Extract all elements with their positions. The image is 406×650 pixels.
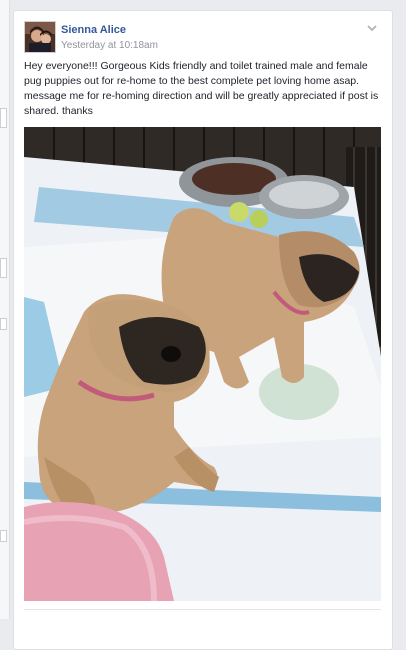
two-pug-puppies-photo bbox=[24, 127, 381, 601]
sidebar-edge-control[interactable] bbox=[0, 530, 7, 542]
avatar-image bbox=[25, 22, 55, 52]
sidebar-edge-control[interactable] bbox=[0, 108, 7, 128]
sidebar-edge-control[interactable] bbox=[0, 258, 7, 278]
left-sidebar-edge bbox=[0, 0, 10, 619]
chevron-down-icon[interactable] bbox=[365, 21, 379, 35]
post-card: Sienna Alice Yesterday at 10:18am Hey ev… bbox=[13, 10, 393, 650]
post-timestamp[interactable]: Yesterday at 10:18am bbox=[61, 40, 158, 51]
sidebar-edge-control[interactable] bbox=[0, 318, 7, 330]
author-avatar[interactable] bbox=[24, 21, 56, 53]
post-photo[interactable] bbox=[24, 127, 381, 601]
post-actions-divider bbox=[24, 609, 381, 610]
author-name-link[interactable]: Sienna Alice bbox=[61, 24, 126, 36]
post-message: Hey everyone!!! Gorgeous Kids friendly a… bbox=[24, 60, 379, 117]
